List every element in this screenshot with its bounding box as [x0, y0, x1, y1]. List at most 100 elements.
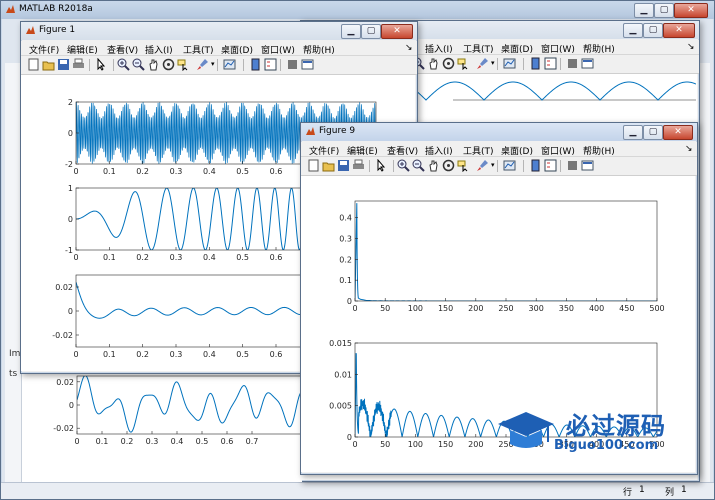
maximize-button[interactable]: ▢ — [654, 3, 674, 18]
hide-plot-tools-icon[interactable] — [566, 57, 579, 70]
figure1-close-button[interactable]: ✕ — [381, 24, 413, 39]
fig9-ax1-xtick-label: 0 — [352, 304, 357, 313]
colorbar-icon[interactable] — [249, 58, 262, 71]
fig1-ax1-ytick-label: -2 — [65, 160, 73, 169]
figure1-minimize-button[interactable]: ▁ — [341, 24, 361, 39]
figure1-menu-item-7[interactable]: 帮助(H) — [303, 43, 335, 56]
data-cursor-icon[interactable] — [457, 57, 470, 70]
fig1-ax1-ytick-label: 2 — [68, 98, 73, 107]
save-icon[interactable] — [337, 159, 350, 172]
pan-icon[interactable] — [147, 58, 160, 71]
colorbar-icon[interactable] — [529, 57, 542, 70]
hide-plot-tools-icon[interactable] — [286, 58, 299, 71]
figure1-menu-item-4[interactable]: 工具(T) — [183, 43, 214, 56]
data-cursor-icon[interactable] — [457, 159, 470, 172]
figure9-menu-item-6[interactable]: 窗口(W) — [541, 144, 575, 157]
bg-menu-item-4[interactable]: 帮助(H) — [583, 42, 615, 55]
figure9-close-button[interactable]: ✕ — [663, 125, 693, 140]
bg-maximize-button[interactable]: ▢ — [643, 23, 663, 38]
hide-plot-tools-icon[interactable] — [566, 159, 579, 172]
pan-icon[interactable] — [427, 57, 440, 70]
colorbar-icon[interactable] — [529, 159, 542, 172]
figure9-menu-bar: 文件(F) 编辑(E) 查看(V) 插入(I) 工具(T) 桌面(D) 窗口(W) 帮助(H)… — [301, 142, 697, 157]
fig1-ax2-xtick-label: 0.6 — [270, 253, 283, 262]
save-icon[interactable] — [57, 58, 70, 71]
figure1-title-bar: Figure 1 ▁ ▢ ✕ — [21, 22, 417, 40]
bg-menu-item-1[interactable]: 工具(T) — [463, 42, 494, 55]
status-col-label: 列 — [665, 488, 675, 498]
brush-dropdown-icon[interactable]: ▾ — [211, 60, 215, 68]
bg-menu-item-0[interactable]: 插入(I) — [425, 42, 453, 55]
figure9-minimize-button[interactable]: ▁ — [623, 125, 643, 140]
fig1-ax3-xtick-label: 0.5 — [236, 350, 249, 359]
toolbar-separator — [560, 160, 561, 172]
figure1-menu-item-2[interactable]: 查看(V) — [107, 43, 138, 56]
toolbar-separator — [523, 160, 524, 172]
bg-menu-item-3[interactable]: 窗口(W) — [541, 42, 575, 55]
figure1-menu-item-5[interactable]: 桌面(D) — [221, 43, 253, 56]
minimize-button[interactable]: ▁ — [634, 3, 654, 18]
zoom-out-icon[interactable] — [412, 159, 425, 172]
zoom-in-icon[interactable] — [117, 58, 130, 71]
pan-icon[interactable] — [427, 159, 440, 172]
link-plot-icon[interactable] — [503, 159, 516, 172]
fig1-ax1-xtick-label: 0.3 — [170, 167, 183, 176]
brush-icon[interactable] — [196, 58, 209, 71]
show-plot-tools-icon[interactable] — [301, 58, 314, 71]
data-cursor-icon[interactable] — [177, 58, 190, 71]
legend-icon[interactable] — [264, 58, 277, 71]
open-folder-icon[interactable] — [322, 159, 335, 172]
figure1-menu-item-3[interactable]: 插入(I) — [145, 43, 173, 56]
figure9-menu-item-3[interactable]: 插入(I) — [425, 144, 453, 157]
brush-icon[interactable] — [476, 57, 489, 70]
figure1-menu-item-1[interactable]: 编辑(E) — [67, 43, 98, 56]
figure9-maximize-button[interactable]: ▢ — [643, 125, 663, 140]
fig9-ax1-ytick-label: 0 — [347, 297, 352, 306]
new-file-icon[interactable] — [27, 58, 40, 71]
dock-arrow-icon[interactable]: ↘ — [405, 43, 413, 53]
show-plot-tools-icon[interactable] — [581, 159, 594, 172]
figure9-menu-item-4[interactable]: 工具(T) — [463, 144, 494, 157]
figure9-menu-item-0[interactable]: 文件(F) — [309, 144, 339, 157]
new-file-icon[interactable] — [307, 159, 320, 172]
print-icon[interactable] — [72, 58, 85, 71]
legend-icon[interactable] — [544, 159, 557, 172]
rotate-icon[interactable] — [162, 58, 175, 71]
fig9-ax1-xtick-label: 250 — [498, 304, 513, 313]
fig1-ax2-xtick-label: 0.2 — [136, 253, 149, 262]
brush-dropdown-icon[interactable]: ▾ — [491, 59, 495, 67]
figure9-menu-item-5[interactable]: 桌面(D) — [501, 144, 533, 157]
zoom-in-icon[interactable] — [397, 159, 410, 172]
figure9-menu-item-1[interactable]: 编辑(E) — [347, 144, 378, 157]
figure1-menu-item-6[interactable]: 窗口(W) — [261, 43, 295, 56]
bg-ax4-xtick-label: 0.5 — [196, 437, 209, 446]
bg-menu-item-2[interactable]: 桌面(D) — [501, 42, 533, 55]
link-plot-icon[interactable] — [503, 57, 516, 70]
figure9-menu-item-2[interactable]: 查看(V) — [387, 144, 418, 157]
bg-upper-plot-svg — [416, 81, 696, 101]
bg-minimize-button[interactable]: ▁ — [623, 23, 643, 38]
dock-arrow-icon[interactable]: ↘ — [685, 144, 693, 154]
brush-icon[interactable] — [476, 159, 489, 172]
print-icon[interactable] — [352, 159, 365, 172]
legend-icon[interactable] — [544, 57, 557, 70]
brush-dropdown-icon[interactable]: ▾ — [491, 161, 495, 169]
rotate-icon[interactable] — [442, 159, 455, 172]
rotate-icon[interactable] — [442, 57, 455, 70]
link-plot-icon[interactable] — [223, 58, 236, 71]
bg-ax4-svg: 0 0.1 0.2 0.3 0.4 0.5 0.6 0.70.020-0.02 — [53, 375, 302, 446]
bg-close-button[interactable]: ✕ — [663, 23, 695, 38]
show-plot-tools-icon[interactable] — [581, 57, 594, 70]
zoom-out-icon[interactable] — [132, 58, 145, 71]
pointer-icon[interactable] — [375, 159, 388, 172]
status-row-label: 行 — [623, 488, 633, 498]
open-folder-icon[interactable] — [42, 58, 55, 71]
figure1-menu-item-0[interactable]: 文件(F) — [29, 43, 59, 56]
bg-ax4-series-line — [77, 376, 302, 433]
bg-ax4-axes: 0 0.1 0.2 0.3 0.4 0.5 0.6 0.70.020-0.02 — [53, 375, 302, 446]
figure9-menu-item-7[interactable]: 帮助(H) — [583, 144, 615, 157]
close-button[interactable]: ✕ — [674, 3, 708, 18]
dock-arrow-icon[interactable]: ↘ — [687, 42, 695, 52]
figure1-maximize-button[interactable]: ▢ — [361, 24, 381, 39]
pointer-icon[interactable] — [95, 58, 108, 71]
